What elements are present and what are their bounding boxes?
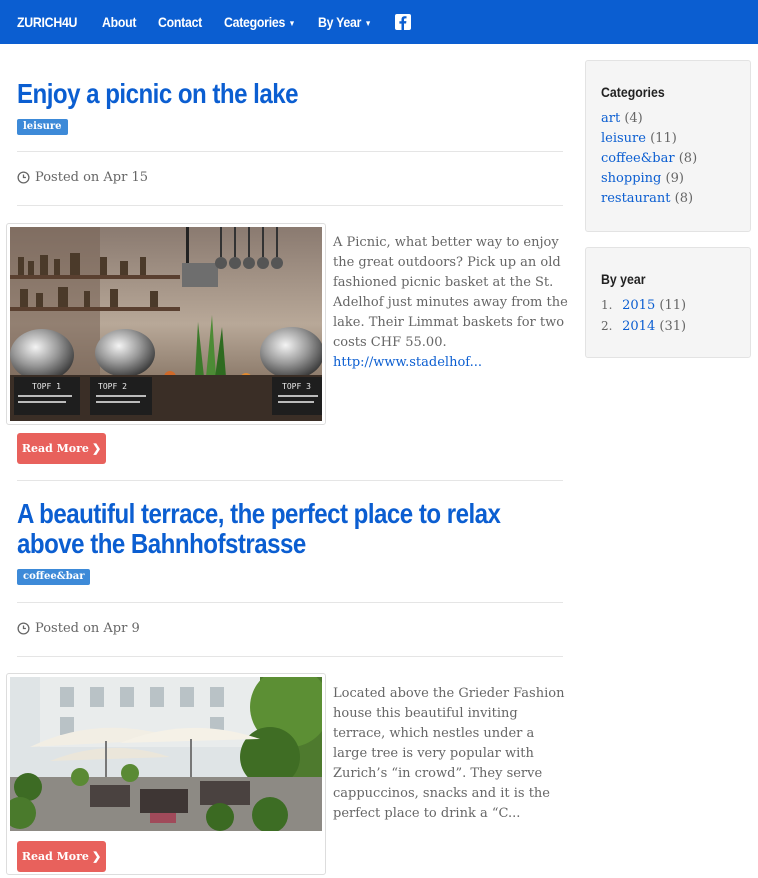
- category-link[interactable]: leisure: [601, 131, 646, 146]
- category-item: shopping (9): [601, 169, 697, 189]
- years-list: 1. 2015 (11) 2. 2014 (31): [601, 295, 686, 337]
- divider: [17, 602, 563, 603]
- category-count: (11): [650, 131, 677, 146]
- post-excerpt: A Picnic, what better way to enjoy the g…: [333, 233, 571, 373]
- nav-by-year-dropdown[interactable]: By Year ▼: [318, 14, 372, 30]
- post-external-link[interactable]: http://www.stadelhof...: [333, 353, 571, 373]
- categories-widget: Categories art (4) leisure (11) coffee&b…: [585, 60, 751, 232]
- chevron-right-icon: ❯: [91, 850, 102, 863]
- year-item: 1. 2015 (11): [601, 295, 686, 316]
- category-item: art (4): [601, 109, 697, 129]
- caret-down-icon: ▼: [364, 18, 372, 28]
- category-tag[interactable]: leisure: [17, 119, 68, 135]
- year-link[interactable]: 2014: [622, 319, 655, 334]
- post-title[interactable]: Enjoy a picnic on the lake: [17, 79, 550, 109]
- nav-categories-dropdown[interactable]: Categories ▼: [224, 14, 296, 30]
- category-count: (8): [678, 151, 698, 166]
- year-item: 2. 2014 (31): [601, 316, 686, 337]
- post-date: Posted on Apr 15: [17, 170, 148, 185]
- category-count: (9): [665, 171, 684, 186]
- year-index: 2.: [601, 319, 613, 333]
- image-label: TOPF 1: [32, 382, 61, 391]
- post-thumbnail[interactable]: TOPF 1 TOPF 2 TOPF 3: [6, 223, 326, 425]
- divider: [17, 656, 563, 657]
- category-link[interactable]: restaurant: [601, 191, 671, 206]
- category-link[interactable]: coffee&bar: [601, 151, 675, 166]
- clock-icon: [17, 622, 30, 635]
- posted-text: Posted on Apr 9: [35, 621, 140, 636]
- image-label: TOPF 3: [282, 382, 311, 391]
- post-title[interactable]: A beautiful terrace, the perfect place t…: [17, 499, 550, 559]
- post-excerpt: Located above the Grieder Fashion house …: [333, 684, 571, 824]
- top-navbar: ZURICH4U About Contact Categories ▼ By Ye…: [0, 0, 758, 44]
- category-tag[interactable]: coffee&bar: [17, 569, 91, 585]
- by-year-heading: By year: [601, 271, 646, 287]
- facebook-icon[interactable]: [395, 14, 411, 30]
- excerpt-text: Located above the Grieder Fashion house …: [333, 686, 565, 821]
- posted-text: Posted on Apr 15: [35, 170, 149, 185]
- brand-link[interactable]: ZURICH4U: [17, 14, 77, 30]
- categories-list: art (4) leisure (11) coffee&bar (8) shop…: [601, 109, 697, 209]
- category-item: leisure (11): [601, 129, 697, 149]
- post-title-line: A beautiful terrace, the perfect place t…: [17, 498, 501, 529]
- categories-heading: Categories: [601, 84, 665, 100]
- caret-down-icon: ▼: [288, 18, 296, 28]
- category-item: restaurant (8): [601, 189, 697, 209]
- year-count: (31): [659, 319, 687, 334]
- nav-by-year-label: By Year: [318, 14, 362, 30]
- cafe-counter-image: TOPF 1 TOPF 2 TOPF 3: [10, 227, 322, 421]
- nav-about[interactable]: About: [102, 14, 137, 30]
- divider: [17, 480, 563, 481]
- excerpt-text: A Picnic, what better way to enjoy the g…: [333, 235, 568, 350]
- chevron-right-icon: ❯: [91, 442, 102, 455]
- year-count: (11): [659, 298, 687, 313]
- divider: [17, 205, 563, 206]
- post-date: Posted on Apr 9: [17, 621, 140, 636]
- read-more-button[interactable]: Read More ❯: [17, 841, 106, 872]
- divider: [17, 151, 563, 152]
- year-link[interactable]: 2015: [622, 298, 655, 313]
- by-year-widget: By year 1. 2015 (11) 2. 2014 (31): [585, 247, 751, 358]
- read-more-button[interactable]: Read More ❯: [17, 433, 106, 464]
- category-item: coffee&bar (8): [601, 149, 697, 169]
- read-more-label: Read More: [21, 442, 89, 455]
- nav-categories-label: Categories: [224, 14, 286, 30]
- category-count: (4): [624, 111, 643, 126]
- post-title-line: above the Bahnhofstrasse: [17, 528, 306, 559]
- nav-contact[interactable]: Contact: [158, 14, 202, 30]
- category-link[interactable]: art: [601, 111, 620, 126]
- clock-icon: [17, 171, 30, 184]
- category-count: (8): [674, 191, 694, 206]
- read-more-label: Read More: [21, 850, 89, 863]
- year-index: 1.: [601, 298, 613, 312]
- category-link[interactable]: shopping: [601, 171, 661, 186]
- image-label: TOPF 2: [98, 382, 127, 391]
